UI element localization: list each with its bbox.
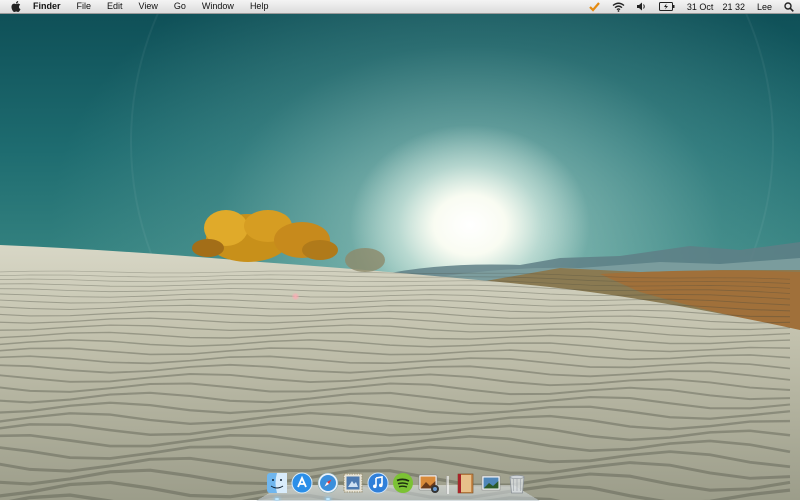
dock-separator xyxy=(446,476,450,494)
menu-go[interactable]: Go xyxy=(166,0,194,13)
spotlight-search-icon[interactable] xyxy=(784,1,794,12)
sand-ripple xyxy=(0,317,791,331)
sand-ripple xyxy=(0,278,791,289)
safari-icon[interactable] xyxy=(317,472,339,500)
user-name[interactable]: Lee xyxy=(757,2,772,12)
menu-bar: Finder File Edit View Go Window Help 31 … xyxy=(0,0,800,14)
battery-icon[interactable] xyxy=(658,2,675,11)
sand-ripple xyxy=(0,339,791,353)
sand-ripple xyxy=(0,382,791,401)
sand-ripple xyxy=(0,363,791,381)
sand-ripple xyxy=(0,347,791,361)
lens-flare-dot xyxy=(292,293,299,300)
checkmark-icon[interactable] xyxy=(589,1,600,12)
apple-logo-icon[interactable] xyxy=(11,1,23,13)
status-area: 31 Oct 21 32 Lee xyxy=(583,0,800,13)
sand-ripple xyxy=(0,283,791,294)
sand-ripple xyxy=(0,274,791,284)
desktop-wallpaper xyxy=(0,0,800,500)
menu-view[interactable]: View xyxy=(131,0,166,13)
app-store-icon[interactable] xyxy=(291,472,313,494)
sand-ripple xyxy=(0,270,791,280)
sand-ripple xyxy=(0,422,791,442)
mail-stamp-icon[interactable] xyxy=(342,472,364,494)
menu-file[interactable]: File xyxy=(69,0,100,13)
menu-help[interactable]: Help xyxy=(242,0,277,13)
finder-icon[interactable] xyxy=(266,472,288,500)
sand-ripple xyxy=(0,293,791,306)
sand-ripple xyxy=(0,304,791,318)
trash-icon[interactable] xyxy=(506,472,528,494)
notebook-icon[interactable] xyxy=(455,472,477,494)
wifi-icon[interactable] xyxy=(612,2,625,12)
menu-edit[interactable]: Edit xyxy=(99,0,131,13)
menu-clock[interactable]: 31 Oct 21 32 xyxy=(687,2,745,12)
menu-app-name[interactable]: Finder xyxy=(33,0,69,13)
sand-ripples xyxy=(0,270,791,500)
sand-ripple xyxy=(0,411,791,431)
dock xyxy=(266,466,531,500)
spotify-icon[interactable] xyxy=(392,472,414,494)
preview-icon[interactable] xyxy=(480,472,502,494)
sand-ripple xyxy=(0,298,791,312)
volume-icon[interactable] xyxy=(636,2,647,11)
sand-ripple xyxy=(0,310,791,324)
iphoto-icon[interactable] xyxy=(418,472,440,494)
clock-date: 31 Oct xyxy=(686,1,714,12)
menu-window[interactable]: Window xyxy=(194,0,242,13)
clock-time: 21 32 xyxy=(722,1,745,12)
itunes-icon[interactable] xyxy=(367,472,389,494)
